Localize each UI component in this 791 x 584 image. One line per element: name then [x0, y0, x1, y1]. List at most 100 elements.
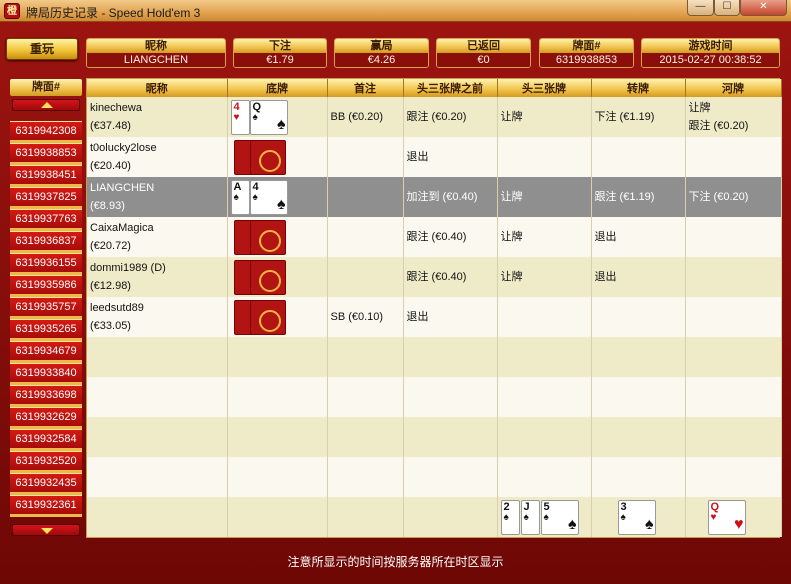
hand-list-item[interactable]: 6319933698: [10, 385, 82, 407]
hand-list-item[interactable]: 6319938451: [10, 165, 82, 187]
column-header: 头三张牌: [497, 79, 592, 97]
table-cell: 退出: [591, 257, 686, 297]
hole-cards: A ♠ 4 ♠ ♠: [230, 179, 324, 215]
card-suit-large-icon: ♠: [568, 516, 577, 533]
hand-list-item[interactable]: 6319936155: [10, 253, 82, 275]
card-suit-icon: ♠: [543, 512, 549, 523]
table-cell: 2 ♠ J ♠ 5 ♠ ♠: [497, 497, 592, 537]
first-bet: SB (€0.10): [330, 311, 384, 323]
close-button[interactable]: ✕: [740, 0, 787, 16]
table-cell: 加注到 (€0.40): [403, 177, 498, 217]
playing-card: 4 ♥: [230, 100, 250, 135]
hand-list-item[interactable]: 6319932584: [10, 429, 82, 451]
player-name: kinechewa: [90, 102, 142, 114]
table-cell: [87, 457, 228, 497]
table-row: dommi1989 (D) (€12.98) 跟注 (€0.40) 让牌 退出: [87, 257, 782, 297]
table-cell: 退出: [591, 217, 686, 257]
player-stack: (€20.72): [90, 240, 131, 252]
card-back-emblem-icon: [258, 270, 281, 292]
hand-list-item[interactable]: 6319938853: [10, 143, 82, 165]
table-cell: 让牌: [497, 177, 592, 217]
table-cell: 跟注 (€0.40): [403, 217, 498, 257]
hand-list-item[interactable]: 6319933840: [10, 363, 82, 385]
table-row: [87, 377, 782, 417]
table-cell: [227, 337, 328, 377]
hand-list-item[interactable]: 6319942308: [10, 121, 82, 143]
hand-list-item[interactable]: 6319932361: [10, 495, 82, 517]
playing-card: 3 ♠ ♠: [617, 500, 656, 535]
info-returned-label: 已返回: [437, 39, 530, 53]
table-cell: BB (€0.20): [327, 97, 404, 137]
info-returned: 已返回 €0: [436, 38, 531, 68]
hand-list-item[interactable]: 6319932629: [10, 407, 82, 429]
replay-button[interactable]: 重玩: [6, 38, 78, 60]
first-bet: BB (€0.20): [330, 111, 384, 123]
card-suit-large-icon: ♥: [734, 516, 744, 533]
hand-list-item[interactable]: 6319932520: [10, 451, 82, 473]
table-cell: LIANGCHEN (€8.93): [87, 177, 228, 217]
turn-action: 退出: [594, 271, 617, 283]
table-cell: 退出: [403, 137, 498, 177]
hand-list-item[interactable]: 6319935265: [10, 319, 82, 341]
table-row: [87, 457, 782, 497]
table-row: CaixaMagica (€20.72) 跟注 (€0.40) 让牌 退出: [87, 217, 782, 257]
table-cell: [685, 457, 782, 497]
preflop-action: 退出: [406, 151, 429, 163]
table-cell: 让牌 跟注 (€0.20): [685, 97, 782, 137]
flop-action: 让牌: [500, 271, 523, 283]
table-cell: [87, 417, 228, 457]
table-body: kinechewa (€37.48) 4 ♥ Q ♠ ♠ BB (€0.20) 跟注 (€0.2…: [87, 97, 782, 537]
table-cell: [227, 257, 328, 297]
column-header: 河牌: [685, 79, 782, 97]
hand-list-item[interactable]: 6319935757: [10, 297, 82, 319]
info-won-value: €4.26: [335, 53, 428, 67]
river-action: 下注 (€0.20): [688, 191, 749, 203]
table-cell: t0olucky2lose (€20.40): [87, 137, 228, 177]
table-cell: 下注 (€1.19): [591, 97, 686, 137]
table-row: [87, 417, 782, 457]
card-suit-icon: ♥: [710, 512, 717, 523]
hand-list-item[interactable]: 6319937825: [10, 187, 82, 209]
minimize-button[interactable]: —: [687, 0, 714, 16]
maximize-button[interactable]: ☐: [714, 0, 740, 16]
scroll-down-button[interactable]: [12, 524, 80, 536]
playing-card: J ♠: [520, 500, 540, 535]
table-cell: 跟注 (€0.40): [403, 257, 498, 297]
table-cell: 跟注 (€0.20): [403, 97, 498, 137]
card-back: [249, 140, 286, 175]
hand-list-item[interactable]: 6319935986: [10, 275, 82, 297]
table-cell: [227, 217, 328, 257]
hand-list-item[interactable]: 6319937763: [10, 209, 82, 231]
table-row: 2 ♠ J ♠ 5 ♠ ♠ 3 ♠ ♠ Q ♥ ♥: [87, 497, 782, 537]
hand-list-item[interactable]: 6319936837: [10, 231, 82, 253]
turn-action: 下注 (€1.19): [594, 111, 655, 123]
column-header: 转牌: [591, 79, 686, 97]
table-cell: [327, 257, 404, 297]
table-cell: [591, 417, 686, 457]
scroll-up-button[interactable]: [12, 99, 80, 111]
table-cell: 4 ♥ Q ♠ ♠: [227, 97, 328, 137]
table-header-row: 昵称 底牌 首注 头三张牌之前 头三张牌 转牌 河牌: [87, 79, 782, 97]
preflop-action: 跟注 (€0.40): [406, 231, 467, 243]
table-row: [87, 337, 782, 377]
card-suit-icon: ♠: [523, 512, 529, 523]
card-suit-icon: ♠: [503, 512, 509, 523]
table-cell: [327, 377, 404, 417]
column-header: 底牌: [227, 79, 328, 97]
hand-list-item[interactable]: 6319932435: [10, 473, 82, 495]
flop-action: 让牌: [500, 231, 523, 243]
player-name: CaixaMagica: [90, 222, 154, 234]
table-cell: [227, 457, 328, 497]
card-suit-icon: ♠: [252, 112, 258, 123]
table-row: leedsutd89 (€33.05) SB (€0.10) 退出: [87, 297, 782, 337]
hand-list-item[interactable]: 6319934679: [10, 341, 82, 363]
info-won-label: 赢局: [335, 39, 428, 53]
table-cell: [497, 337, 592, 377]
hole-cards: [231, 259, 324, 295]
table-cell: [87, 497, 228, 537]
table-row: kinechewa (€37.48) 4 ♥ Q ♠ ♠ BB (€0.20) 跟注 (€0.2…: [87, 97, 782, 137]
playing-card: A ♠: [230, 180, 250, 215]
table-cell: [591, 137, 686, 177]
table-cell: [87, 337, 228, 377]
card-suit-large-icon: ♠: [277, 196, 286, 213]
